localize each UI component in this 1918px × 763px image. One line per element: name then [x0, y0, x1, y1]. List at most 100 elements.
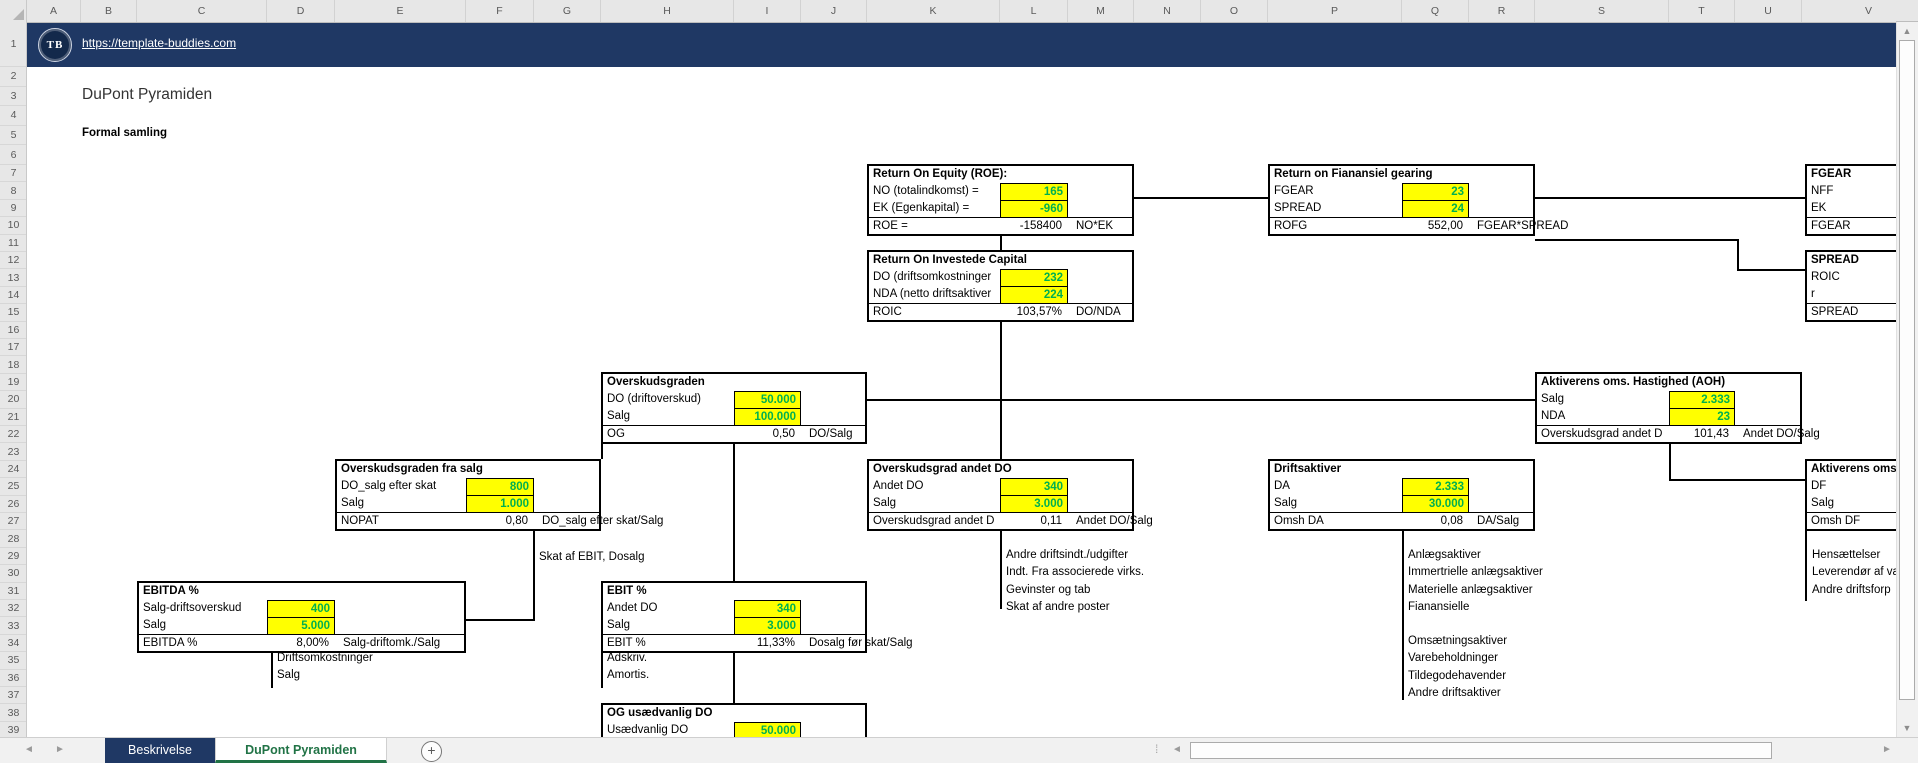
- column-header-G[interactable]: G: [534, 0, 601, 22]
- column-header-D[interactable]: D: [267, 0, 335, 22]
- column-header-I[interactable]: I: [734, 0, 801, 22]
- column-header-U[interactable]: U: [1735, 0, 1802, 22]
- row-header-35[interactable]: 35: [0, 652, 26, 670]
- row-header-8[interactable]: 8: [0, 182, 26, 200]
- input-cell[interactable]: 224: [1000, 286, 1068, 304]
- column-header-R[interactable]: R: [1469, 0, 1535, 22]
- row-header-32[interactable]: 32: [0, 600, 26, 618]
- row-header-36[interactable]: 36: [0, 670, 26, 687]
- scroll-down-icon[interactable]: ▼: [1899, 721, 1915, 735]
- row-header-4[interactable]: 4: [0, 106, 26, 126]
- column-header-B[interactable]: B: [81, 0, 137, 22]
- input-cell[interactable]: 232: [1000, 269, 1068, 287]
- input-cell[interactable]: 400: [267, 600, 335, 618]
- column-header-T[interactable]: T: [1669, 0, 1735, 22]
- tab-scroll-right-icon[interactable]: ►: [55, 744, 65, 755]
- row-header-31[interactable]: 31: [0, 583, 26, 600]
- column-header-H[interactable]: H: [601, 0, 734, 22]
- hscroll-right-icon[interactable]: ►: [1882, 744, 1892, 755]
- row-header-9[interactable]: 9: [0, 200, 26, 218]
- horizontal-scrollbar[interactable]: [1186, 738, 1878, 763]
- row-header-18[interactable]: 18: [0, 356, 26, 374]
- select-all-corner[interactable]: [0, 0, 27, 22]
- column-header-N[interactable]: N: [1134, 0, 1201, 22]
- input-cell[interactable]: 23: [1669, 408, 1735, 426]
- row-header-2[interactable]: 2: [0, 67, 26, 87]
- row-header-7[interactable]: 7: [0, 165, 26, 183]
- row-header-19[interactable]: 19: [0, 374, 26, 392]
- input-cell[interactable]: 23: [1402, 183, 1469, 201]
- column-header-O[interactable]: O: [1201, 0, 1268, 22]
- row-header-17[interactable]: 17: [0, 339, 26, 357]
- row-header-27[interactable]: 27: [0, 513, 26, 531]
- row-header-30[interactable]: 30: [0, 565, 26, 583]
- column-header-C[interactable]: C: [137, 0, 267, 22]
- row-header-29[interactable]: 29: [0, 548, 26, 566]
- column-header-A[interactable]: A: [27, 0, 81, 22]
- row-header-20[interactable]: 20: [0, 391, 26, 409]
- connector-line: [1737, 239, 1739, 271]
- input-cell[interactable]: 2.333: [1669, 391, 1735, 409]
- tab-splitter-icon[interactable]: ⁞: [1155, 742, 1159, 756]
- input-cell[interactable]: 3.000: [734, 617, 801, 635]
- row-header-5[interactable]: 5: [0, 126, 26, 146]
- column-header-F[interactable]: F: [466, 0, 534, 22]
- input-cell[interactable]: 3.000: [1000, 495, 1068, 513]
- input-cell[interactable]: 50.000: [734, 722, 801, 737]
- input-cell[interactable]: 1.000: [466, 495, 534, 513]
- row-header-21[interactable]: 21: [0, 409, 26, 426]
- vertical-scroll-thumb[interactable]: [1899, 40, 1915, 700]
- row-header-34[interactable]: 34: [0, 635, 26, 653]
- column-header-J[interactable]: J: [801, 0, 867, 22]
- input-cell[interactable]: 24: [1402, 200, 1469, 218]
- column-header-L[interactable]: L: [1000, 0, 1068, 22]
- input-cell[interactable]: 2.333: [1402, 478, 1469, 496]
- row-header-3[interactable]: 3: [0, 87, 26, 107]
- input-cell[interactable]: 340: [1000, 478, 1068, 496]
- row-header-16[interactable]: 16: [0, 322, 26, 339]
- column-header-P[interactable]: P: [1268, 0, 1402, 22]
- row-header-1[interactable]: 1: [0, 22, 26, 67]
- row-header-24[interactable]: 24: [0, 461, 26, 479]
- row-header-15[interactable]: 15: [0, 304, 26, 322]
- input-cell[interactable]: -960: [1000, 200, 1068, 218]
- input-cell[interactable]: 165: [1000, 183, 1068, 201]
- row-header-33[interactable]: 33: [0, 617, 26, 635]
- add-sheet-button[interactable]: +: [421, 741, 442, 762]
- column-header-M[interactable]: M: [1068, 0, 1134, 22]
- hscroll-left-icon[interactable]: ◄: [1172, 744, 1182, 755]
- row-header-37[interactable]: 37: [0, 687, 26, 705]
- column-header-K[interactable]: K: [867, 0, 1000, 22]
- row-header-26[interactable]: 26: [0, 496, 26, 513]
- input-cell[interactable]: 30.000: [1402, 495, 1469, 513]
- row-header-25[interactable]: 25: [0, 478, 26, 496]
- column-header-Q[interactable]: Q: [1402, 0, 1469, 22]
- sheet-tab-dupont-pyramiden[interactable]: DuPont Pyramiden: [215, 738, 387, 763]
- input-cell[interactable]: 5.000: [267, 617, 335, 635]
- input-cell[interactable]: 50.000: [734, 391, 801, 409]
- input-cell[interactable]: 100.000: [734, 408, 801, 426]
- banner-link[interactable]: https://template-buddies.com: [82, 36, 236, 50]
- vertical-scrollbar[interactable]: ▲ ▼: [1896, 22, 1918, 737]
- scroll-up-icon[interactable]: ▲: [1899, 24, 1915, 38]
- input-cell[interactable]: 340: [734, 600, 801, 618]
- column-header-S[interactable]: S: [1535, 0, 1669, 22]
- row-header-28[interactable]: 28: [0, 530, 26, 548]
- tab-scroll-left-icon[interactable]: ◄: [24, 744, 34, 755]
- column-header-E[interactable]: E: [335, 0, 466, 22]
- row-header-14[interactable]: 14: [0, 287, 26, 305]
- row-header-39[interactable]: 39: [0, 722, 26, 737]
- row-header-22[interactable]: 22: [0, 426, 26, 444]
- row-header-38[interactable]: 38: [0, 704, 26, 722]
- row-header-10[interactable]: 10: [0, 217, 26, 235]
- row-header-12[interactable]: 12: [0, 252, 26, 270]
- sheet-tab-beskrivelse[interactable]: Beskrivelse: [105, 738, 215, 763]
- row-header-23[interactable]: 23: [0, 443, 26, 461]
- row-header-6[interactable]: 6: [0, 145, 26, 165]
- row-header-13[interactable]: 13: [0, 269, 26, 287]
- column-header-V[interactable]: V: [1802, 0, 1896, 22]
- row-header-11[interactable]: 11: [0, 235, 26, 252]
- input-cell[interactable]: 800: [466, 478, 534, 496]
- box-fgear: FGEAR NFF EK FGEAR: [1805, 164, 1896, 236]
- horizontal-scroll-thumb[interactable]: [1190, 742, 1772, 759]
